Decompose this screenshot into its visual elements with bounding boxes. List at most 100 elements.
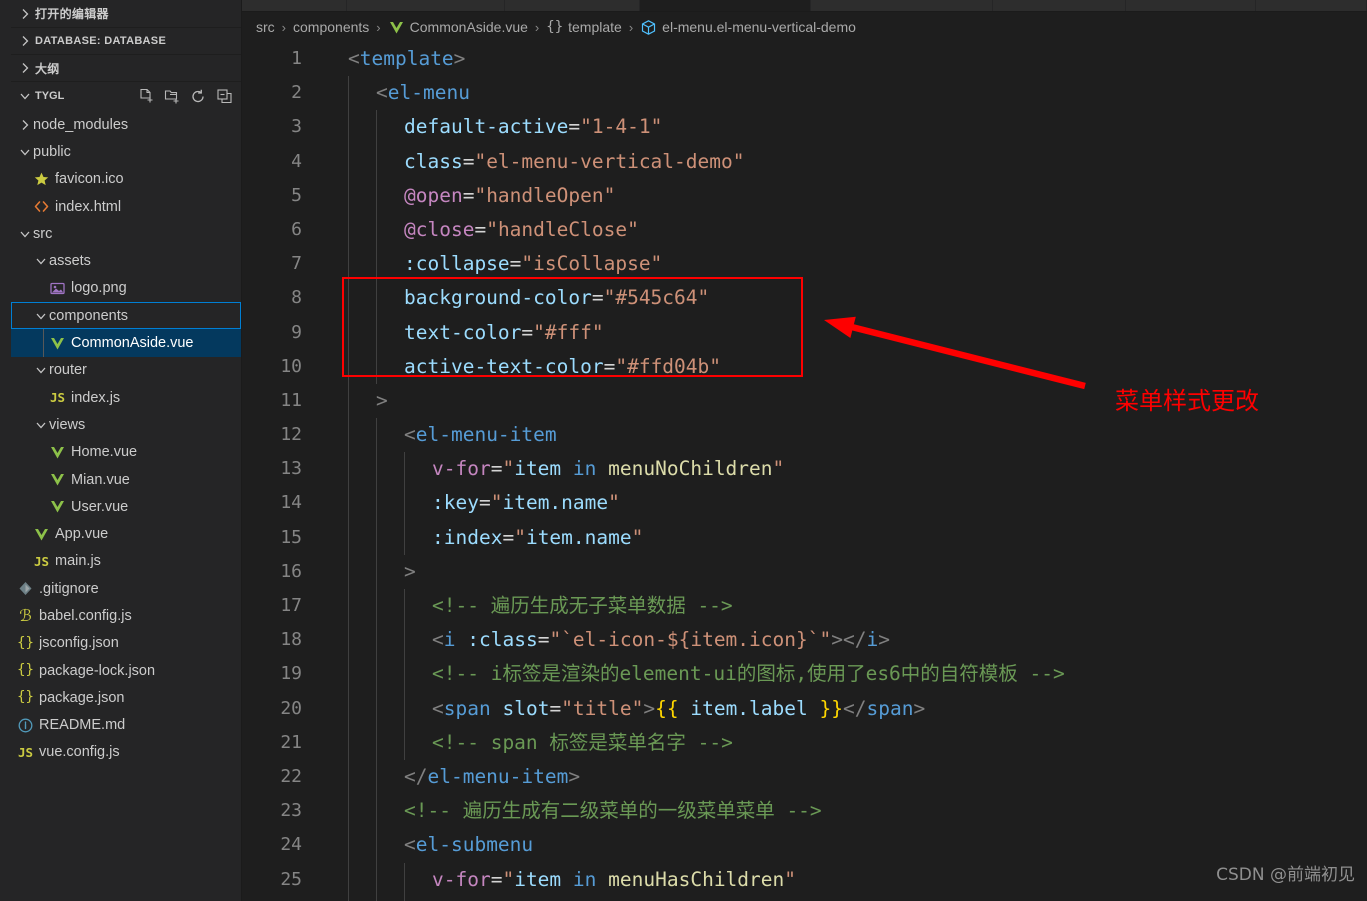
refresh-icon[interactable] — [190, 88, 207, 105]
tree-folder[interactable]: router — [11, 357, 241, 384]
line-number: 3 — [291, 116, 302, 138]
tree-folder[interactable]: components — [11, 302, 241, 330]
new-file-icon[interactable] — [138, 88, 155, 105]
js-icon: JS — [49, 390, 66, 406]
sidebar-section-1[interactable]: DATABASE: DATABASE — [11, 27, 241, 54]
code-token: > — [404, 559, 416, 583]
editor-tab[interactable] — [640, 0, 812, 11]
code-line[interactable]: 13 v-for="item in menuNoChildren" — [242, 452, 1367, 487]
sidebar-section-0[interactable]: 打开的编辑器 — [11, 0, 241, 27]
chevron-right-icon — [17, 33, 33, 49]
code-line[interactable]: 9 text-color="#fff" — [242, 315, 1367, 350]
code-line[interactable]: 12 <el-menu-item — [242, 418, 1367, 453]
breadcrumb-item[interactable]: CommonAside.vue — [388, 19, 528, 36]
code-editor[interactable]: 1 <template> 2 <el-menu 3 default-active="1-4… — [242, 42, 1367, 901]
code-line[interactable]: 26:key="item.label" — [242, 896, 1367, 901]
indent-guide — [404, 691, 405, 726]
tree-file[interactable]: favicon.ico — [11, 166, 241, 193]
code-line[interactable]: 19 <!-- i标签是渲染的element-ui的图标,使用了es6中的自符模板… — [242, 657, 1367, 692]
tree-file[interactable]: {} package-lock.json — [11, 657, 241, 684]
code-line[interactable]: 20 <span slot="title">{{ item.label }}</s… — [242, 691, 1367, 726]
tree-file[interactable]: App.vue — [11, 520, 241, 547]
collapse-all-icon[interactable] — [216, 88, 233, 105]
symbol-field-icon — [640, 19, 657, 36]
editor-tab[interactable] — [811, 0, 994, 11]
breadcrumb-item[interactable]: components — [293, 19, 369, 35]
tree-file[interactable]: CommonAside.vue — [11, 329, 241, 357]
breadcrumb-item[interactable]: src — [256, 19, 275, 35]
code-line[interactable]: 15:index="item.name" — [242, 520, 1367, 555]
code-line[interactable]: 21 <!-- span 标签是菜单名字 --> — [242, 725, 1367, 760]
code-token: el-menu — [387, 81, 470, 105]
code-line[interactable]: 3 default-active="1-4-1" — [242, 110, 1367, 145]
code-tokens: active-text-color="#ffd04b" — [326, 350, 721, 384]
code-line-content: <!-- 遍历生成无子菜单数据 --> — [326, 589, 1367, 624]
line-number: 8 — [291, 287, 302, 309]
code-line[interactable]: 2 <el-menu — [242, 76, 1367, 111]
sidebar-section-2[interactable]: 大纲 — [11, 54, 241, 81]
editor-tab[interactable] — [347, 0, 505, 11]
indent-guide — [348, 691, 349, 726]
code-line[interactable]: 14:key="item.name" — [242, 486, 1367, 521]
tree-file[interactable]: Home.vue — [11, 439, 241, 466]
code-line[interactable]: 11 > — [242, 383, 1367, 419]
editor-tab[interactable] — [242, 0, 348, 11]
tree-folder[interactable]: assets — [11, 247, 241, 274]
code-tokens: <!-- 遍历生成无子菜单数据 --> — [326, 589, 733, 623]
tree-file[interactable]: .gitignore — [11, 575, 241, 602]
tree-item-label: README.md — [39, 717, 126, 734]
new-folder-icon[interactable] — [164, 88, 181, 105]
code-token: < — [432, 628, 444, 652]
code-token: = — [591, 286, 604, 310]
vue-icon — [33, 526, 50, 543]
tree-folder[interactable]: node_modules — [11, 111, 241, 138]
tree-file[interactable]: README.md — [11, 712, 241, 739]
tree-file[interactable]: index.html — [11, 193, 241, 220]
code-line[interactable]: 18 <i :class="`el-icon-${item.icon}`"></i… — [242, 623, 1367, 658]
tree-file[interactable]: JS vue.config.js — [11, 739, 241, 766]
explorer-folder-header[interactable]: TYGL — [11, 81, 241, 110]
code-line[interactable]: 4 class="el-menu-vertical-demo" — [242, 144, 1367, 179]
activity-bar[interactable] — [0, 0, 11, 901]
tree-file[interactable]: {} package.json — [11, 684, 241, 711]
breadcrumb-item[interactable]: {} template — [546, 19, 622, 36]
git-icon — [17, 580, 34, 597]
code-line[interactable]: 1 <template> — [242, 42, 1367, 76]
code-line[interactable]: 22 </el-menu-item> — [242, 759, 1367, 795]
indent-guide — [404, 725, 405, 760]
editor-tab[interactable] — [993, 0, 1127, 11]
tree-file[interactable]: JS main.js — [11, 548, 241, 575]
editor-tab[interactable] — [1255, 0, 1367, 11]
tree-folder[interactable]: src — [11, 220, 241, 247]
editor-tab[interactable] — [504, 0, 641, 11]
tree-file[interactable]: JS index.js — [11, 384, 241, 411]
code-line[interactable]: 6 @close="handleClose" — [242, 212, 1367, 248]
tree-file[interactable]: Mian.vue — [11, 466, 241, 493]
code-token: "#545c64" — [603, 286, 710, 310]
code-tokens: </el-menu-item> — [326, 760, 580, 794]
code-line-content: @open="handleOpen" — [326, 178, 1367, 213]
code-line[interactable]: 7:collapse="isCollapse" — [242, 247, 1367, 282]
code-line[interactable]: 10 active-text-color="#ffd04b" — [242, 349, 1367, 384]
code-line[interactable]: 8 background-color="#545c64" — [242, 281, 1367, 316]
code-line[interactable]: 25 v-for="item in menuHasChildren" — [242, 862, 1367, 897]
code-line[interactable]: 23 <!-- 遍历生成有二级菜单的一级菜单菜单 --> — [242, 794, 1367, 829]
tree-folder[interactable]: public — [11, 138, 241, 165]
code-line[interactable]: 5 @open="handleOpen" — [242, 178, 1367, 213]
tree-item-label: assets — [49, 253, 91, 270]
code-line[interactable]: 16 > — [242, 554, 1367, 590]
indent-guide — [376, 281, 377, 316]
tree-folder[interactable]: views — [11, 411, 241, 438]
tree-file[interactable]: {} jsconfig.json — [11, 630, 241, 657]
indent-guide — [404, 896, 405, 901]
editor-tab[interactable] — [1126, 0, 1256, 11]
tree-item-label: App.vue — [55, 526, 109, 543]
tree-file[interactable]: User.vue — [11, 493, 241, 520]
tree-file[interactable]: ℬbabel.config.js — [11, 602, 241, 629]
line-number: 11 — [280, 389, 302, 411]
tree-file[interactable]: logo.png — [11, 275, 241, 302]
line-number: 4 — [291, 150, 302, 172]
code-line[interactable]: 24 <el-submenu — [242, 828, 1367, 863]
code-line[interactable]: 17 <!-- 遍历生成无子菜单数据 --> — [242, 589, 1367, 624]
breadcrumb-item[interactable]: el-menu.el-menu-vertical-demo — [640, 19, 856, 36]
